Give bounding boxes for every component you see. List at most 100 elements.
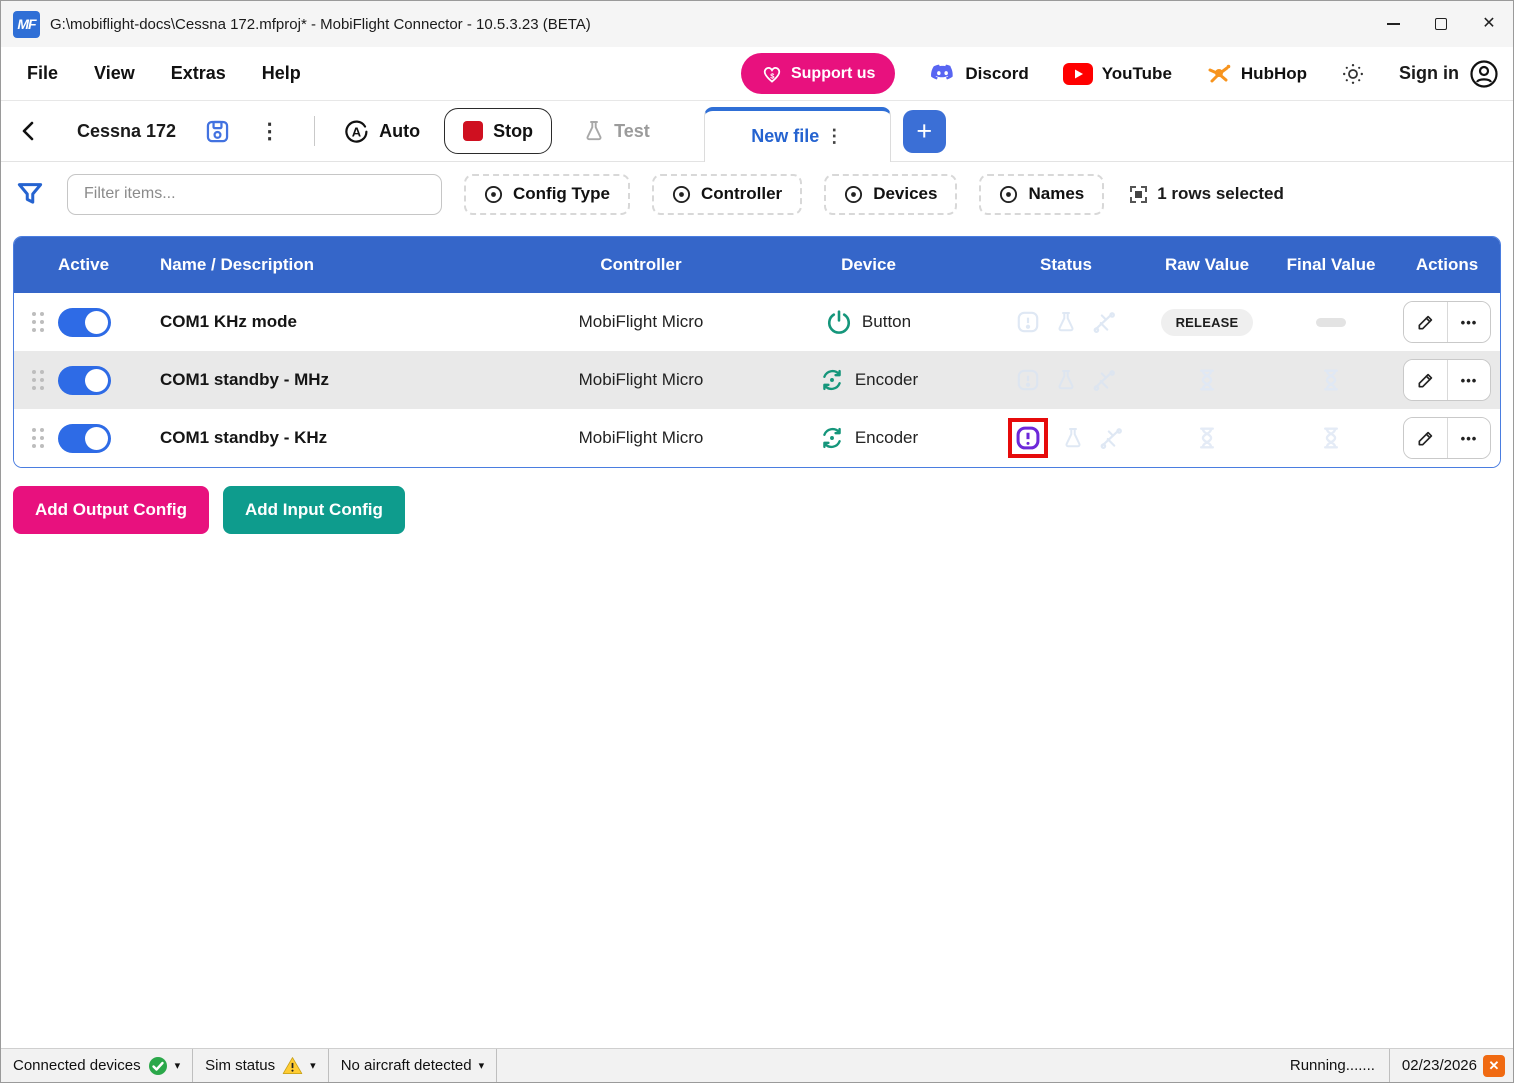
col-controller: Controller bbox=[531, 255, 751, 275]
table-row[interactable]: COM1 standby - KHz MobiFlight Micro Enco… bbox=[14, 409, 1500, 467]
config-name: COM1 KHz mode bbox=[160, 312, 297, 332]
discord-button[interactable]: Discord bbox=[929, 60, 1028, 87]
filter-input[interactable] bbox=[67, 174, 442, 215]
raw-value-cell bbox=[1146, 366, 1268, 394]
toolbar: Cessna 172 ⋮ A Auto Stop bbox=[1, 101, 1513, 162]
table-row[interactable]: COM1 standby - MHz MobiFlight Micro Enco… bbox=[14, 351, 1500, 409]
theme-brightness-icon[interactable] bbox=[1341, 62, 1365, 86]
col-raw-value: Raw Value bbox=[1146, 255, 1268, 275]
auto-button[interactable]: A Auto bbox=[343, 118, 420, 145]
table-row[interactable]: COM1 KHz mode MobiFlight Micro Button RE… bbox=[14, 293, 1500, 351]
menu-view[interactable]: View bbox=[94, 63, 135, 84]
col-name: Name / Description bbox=[160, 255, 531, 275]
sim-status[interactable]: Sim status ▾ bbox=[193, 1049, 328, 1082]
edit-button[interactable] bbox=[1404, 418, 1447, 458]
more-actions-button[interactable]: ••• bbox=[1447, 302, 1490, 342]
connected-check-icon bbox=[148, 1056, 168, 1076]
col-final-value: Final Value bbox=[1268, 255, 1394, 275]
controller-cell: MobiFlight Micro bbox=[531, 370, 751, 390]
precondition-icon-dim bbox=[1091, 309, 1117, 335]
target-icon bbox=[999, 185, 1018, 204]
project-name: Cessna 172 bbox=[77, 121, 176, 142]
menu-help[interactable]: Help bbox=[262, 63, 301, 84]
raw-value-badge: RELEASE bbox=[1161, 309, 1254, 336]
aircraft-status[interactable]: No aircraft detected ▾ bbox=[329, 1049, 496, 1082]
col-active: Active bbox=[58, 255, 160, 275]
aircraft-status-label: No aircraft detected bbox=[341, 1057, 472, 1074]
drag-handle[interactable] bbox=[14, 312, 58, 332]
chip-label: Devices bbox=[873, 184, 937, 204]
filter-bar: Config Type Controller Devices Names 1 r… bbox=[1, 162, 1513, 226]
test-flask-icon-dim bbox=[1054, 310, 1078, 334]
close-icon: ✕ bbox=[1482, 16, 1495, 32]
sign-in-button[interactable]: Sign in bbox=[1399, 59, 1499, 89]
save-button[interactable] bbox=[200, 114, 235, 149]
filter-chip-names[interactable]: Names bbox=[979, 174, 1104, 215]
stop-label: Stop bbox=[493, 121, 533, 142]
minimize-button[interactable] bbox=[1369, 1, 1417, 47]
controller-cell: MobiFlight Micro bbox=[531, 312, 751, 332]
app-logo-icon: MF bbox=[13, 11, 40, 38]
toolbar-divider bbox=[314, 116, 315, 146]
tab-kebab-menu[interactable]: ⋮ bbox=[825, 126, 843, 147]
close-button[interactable]: ✕ bbox=[1465, 1, 1513, 47]
hubhop-icon bbox=[1206, 61, 1232, 87]
target-icon bbox=[672, 185, 691, 204]
name-cell: COM1 KHz mode bbox=[160, 312, 531, 332]
target-icon bbox=[844, 185, 863, 204]
status-bar: Connected devices ▾ Sim status ▾ No airc… bbox=[1, 1048, 1513, 1082]
stop-icon bbox=[463, 121, 483, 141]
tab-new-file[interactable]: New file ⋮ bbox=[704, 107, 891, 162]
encoder-icon bbox=[819, 425, 845, 451]
quick-links: $ Support us Discord YouTub bbox=[741, 53, 1499, 94]
add-input-config-button[interactable]: Add Input Config bbox=[223, 486, 405, 534]
sim-status-label: Sim status bbox=[205, 1057, 275, 1074]
status-alert-highlight-box[interactable] bbox=[1008, 418, 1048, 458]
add-tab-button[interactable]: + bbox=[903, 110, 946, 153]
sim-connection-icon bbox=[1483, 1055, 1505, 1077]
drag-handle[interactable] bbox=[14, 370, 58, 390]
active-cell bbox=[58, 424, 160, 453]
drag-handle[interactable] bbox=[14, 428, 58, 448]
menu-extras[interactable]: Extras bbox=[171, 63, 226, 84]
maximize-button[interactable] bbox=[1417, 1, 1465, 47]
selection-icon bbox=[1130, 186, 1147, 203]
target-icon bbox=[484, 185, 503, 204]
connected-devices-status[interactable]: Connected devices ▾ bbox=[1, 1049, 192, 1082]
device-cell: Button bbox=[751, 309, 986, 335]
edit-button[interactable] bbox=[1404, 360, 1447, 400]
stop-button[interactable]: Stop bbox=[444, 108, 552, 154]
edit-button[interactable] bbox=[1404, 302, 1447, 342]
table-header-row: Active Name / Description Controller Dev… bbox=[14, 237, 1500, 293]
final-value-cell bbox=[1268, 366, 1394, 394]
hubhop-button[interactable]: HubHop bbox=[1206, 61, 1307, 87]
active-toggle[interactable] bbox=[58, 424, 111, 453]
menu-bar: File View Extras Help $ Support us Di bbox=[1, 47, 1513, 101]
filter-chip-config-type[interactable]: Config Type bbox=[464, 174, 630, 215]
controller-cell: MobiFlight Micro bbox=[531, 428, 751, 448]
back-button[interactable] bbox=[15, 116, 41, 146]
more-actions-button[interactable]: ••• bbox=[1447, 418, 1490, 458]
filter-chip-devices[interactable]: Devices bbox=[824, 174, 957, 215]
final-value-cell bbox=[1268, 424, 1394, 452]
config-name: COM1 standby - MHz bbox=[160, 370, 329, 390]
test-button[interactable]: Test bbox=[582, 119, 650, 143]
add-output-config-button[interactable]: Add Output Config bbox=[13, 486, 209, 534]
hourglass-icon-dim bbox=[1317, 366, 1345, 394]
support-us-button[interactable]: $ Support us bbox=[741, 53, 895, 94]
auto-label: Auto bbox=[379, 121, 420, 142]
status-cell bbox=[986, 309, 1146, 335]
col-status: Status bbox=[986, 255, 1146, 275]
encoder-icon bbox=[819, 367, 845, 393]
active-toggle[interactable] bbox=[58, 366, 111, 395]
youtube-label: YouTube bbox=[1102, 64, 1172, 84]
active-toggle[interactable] bbox=[58, 308, 111, 337]
caret-down-icon: ▾ bbox=[479, 1059, 485, 1072]
flask-icon bbox=[582, 119, 606, 143]
filter-chip-controller[interactable]: Controller bbox=[652, 174, 802, 215]
project-kebab-menu[interactable]: ⋮ bbox=[253, 119, 286, 144]
menu-file[interactable]: File bbox=[27, 63, 58, 84]
more-actions-button[interactable]: ••• bbox=[1447, 360, 1490, 400]
youtube-button[interactable]: YouTube bbox=[1063, 63, 1172, 85]
name-cell: COM1 standby - KHz bbox=[160, 428, 531, 448]
